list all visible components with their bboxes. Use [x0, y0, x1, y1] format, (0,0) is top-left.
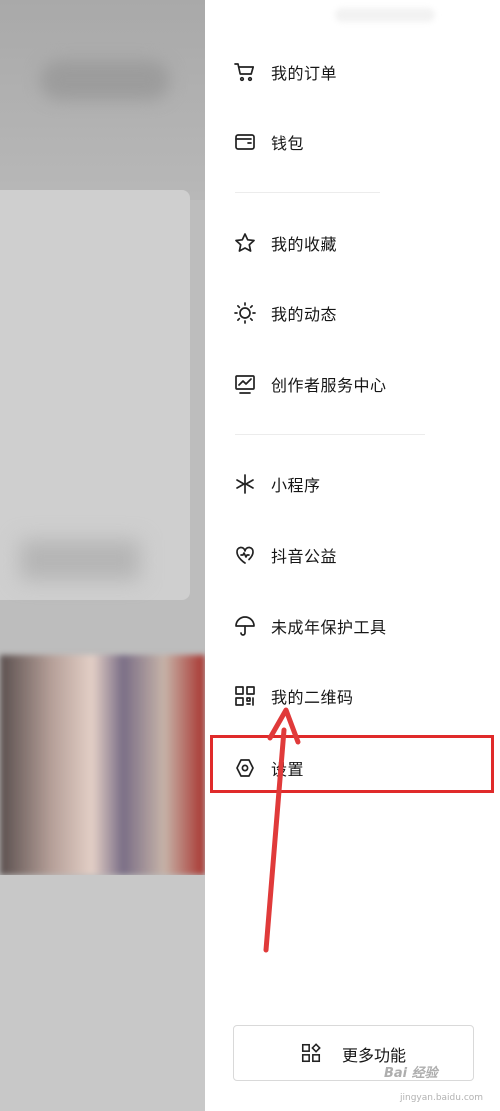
menu-item-activity[interactable]: 我的动态	[205, 285, 500, 341]
divider	[235, 192, 380, 193]
menu-item-orders[interactable]: 我的订单	[205, 44, 500, 100]
menu-item-label: 钱包	[271, 134, 305, 153]
umbrella-icon	[232, 613, 258, 639]
menu-item-label: 我的动态	[271, 305, 338, 324]
wallet-icon	[232, 129, 258, 155]
background-app-blurred	[0, 0, 205, 1111]
chart-icon	[232, 371, 258, 397]
background-blur-shape	[20, 540, 140, 580]
background-photo	[0, 655, 205, 875]
menu-item-label: 我的收藏	[271, 235, 338, 254]
menu-item-label: 我的订单	[271, 64, 338, 83]
grid-apps-icon	[300, 1042, 322, 1064]
background-header	[0, 0, 205, 200]
watermark-url: jingyan.baidu.com	[400, 1093, 484, 1103]
menu-item-minor-protection[interactable]: 未成年保护工具	[205, 598, 500, 654]
menu-item-mini-programs[interactable]: 小程序	[205, 456, 500, 512]
menu-item-wallet[interactable]: 钱包	[205, 114, 500, 170]
menu-item-label: 抖音公益	[271, 547, 338, 566]
menu-item-charity[interactable]: 抖音公益	[205, 527, 500, 583]
charity-heart-icon	[232, 542, 258, 568]
watermark-logo: Bai 经验	[384, 1066, 438, 1081]
divider	[235, 434, 425, 435]
cart-icon	[232, 59, 258, 85]
annotation-arrow	[263, 707, 301, 953]
background-card	[0, 190, 190, 600]
background-blur-shape	[40, 60, 170, 100]
sun-icon	[232, 300, 258, 326]
star-icon	[232, 230, 258, 256]
menu-item-label: 未成年保护工具	[271, 618, 387, 637]
mini-program-icon	[232, 471, 258, 497]
menu-item-favorites[interactable]: 我的收藏	[205, 215, 500, 271]
menu-item-label: 创作者服务中心	[271, 376, 387, 395]
background-footer	[0, 875, 205, 1111]
menu-item-label: 小程序	[271, 476, 321, 495]
drawer-top-blur	[335, 8, 435, 22]
menu-item-creator-center[interactable]: 创作者服务中心	[205, 356, 500, 412]
